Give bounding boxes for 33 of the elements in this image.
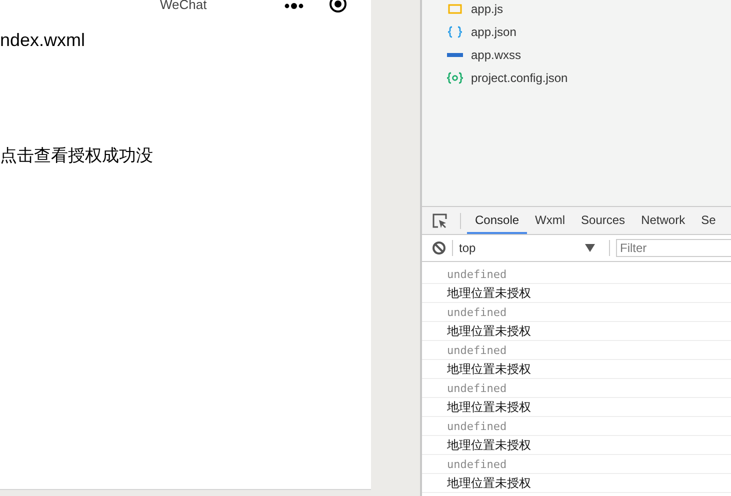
console-log-line: undefined	[422, 417, 731, 436]
file-item[interactable]: app.wxss	[446, 46, 731, 64]
console-log-line: undefined	[422, 341, 731, 360]
devtools-tab[interactable]: Se	[693, 207, 724, 234]
console-log-line: 地理位置未授权	[422, 360, 731, 379]
file-item[interactable]: app.json	[446, 23, 731, 41]
console-log-line: 地理位置未授权	[422, 322, 731, 341]
devtools-tab[interactable]: Console	[467, 207, 528, 234]
file-item[interactable]: app.js	[446, 0, 731, 18]
js-file-icon	[446, 4, 464, 14]
console-log-line: 地理位置未授权	[422, 436, 731, 455]
page-text: 点击查看授权成功没	[0, 145, 154, 167]
page-text: ndex.wxml	[0, 30, 86, 51]
console-log-line: 地理位置未授权	[422, 398, 731, 417]
devtools-tab[interactable]: Wxml	[527, 207, 574, 234]
record-icon[interactable]	[329, 0, 347, 13]
filter-field[interactable]: Filter	[616, 239, 731, 257]
console-log-line: undefined	[422, 303, 731, 322]
console-log-line: 地理位置未授权	[422, 284, 731, 303]
console-log-line: undefined	[422, 379, 731, 398]
more-dots-icon[interactable]	[284, 2, 304, 10]
context-select[interactable]: top	[459, 241, 603, 255]
caret-icon	[585, 244, 595, 252]
console-log-line: 地理位置未授权	[422, 474, 731, 493]
console-log-line: undefined	[422, 265, 731, 284]
json-file-icon	[446, 26, 464, 38]
inspect-icon[interactable]	[432, 212, 448, 228]
devtools-tab[interactable]: Sources	[573, 207, 634, 234]
console-log-line: undefined	[422, 455, 731, 474]
file-item[interactable]: project.config.json	[446, 69, 731, 87]
devtools-tab[interactable]: Network	[633, 207, 694, 234]
config-file-icon	[446, 72, 464, 84]
clear-console-icon[interactable]	[432, 241, 446, 255]
